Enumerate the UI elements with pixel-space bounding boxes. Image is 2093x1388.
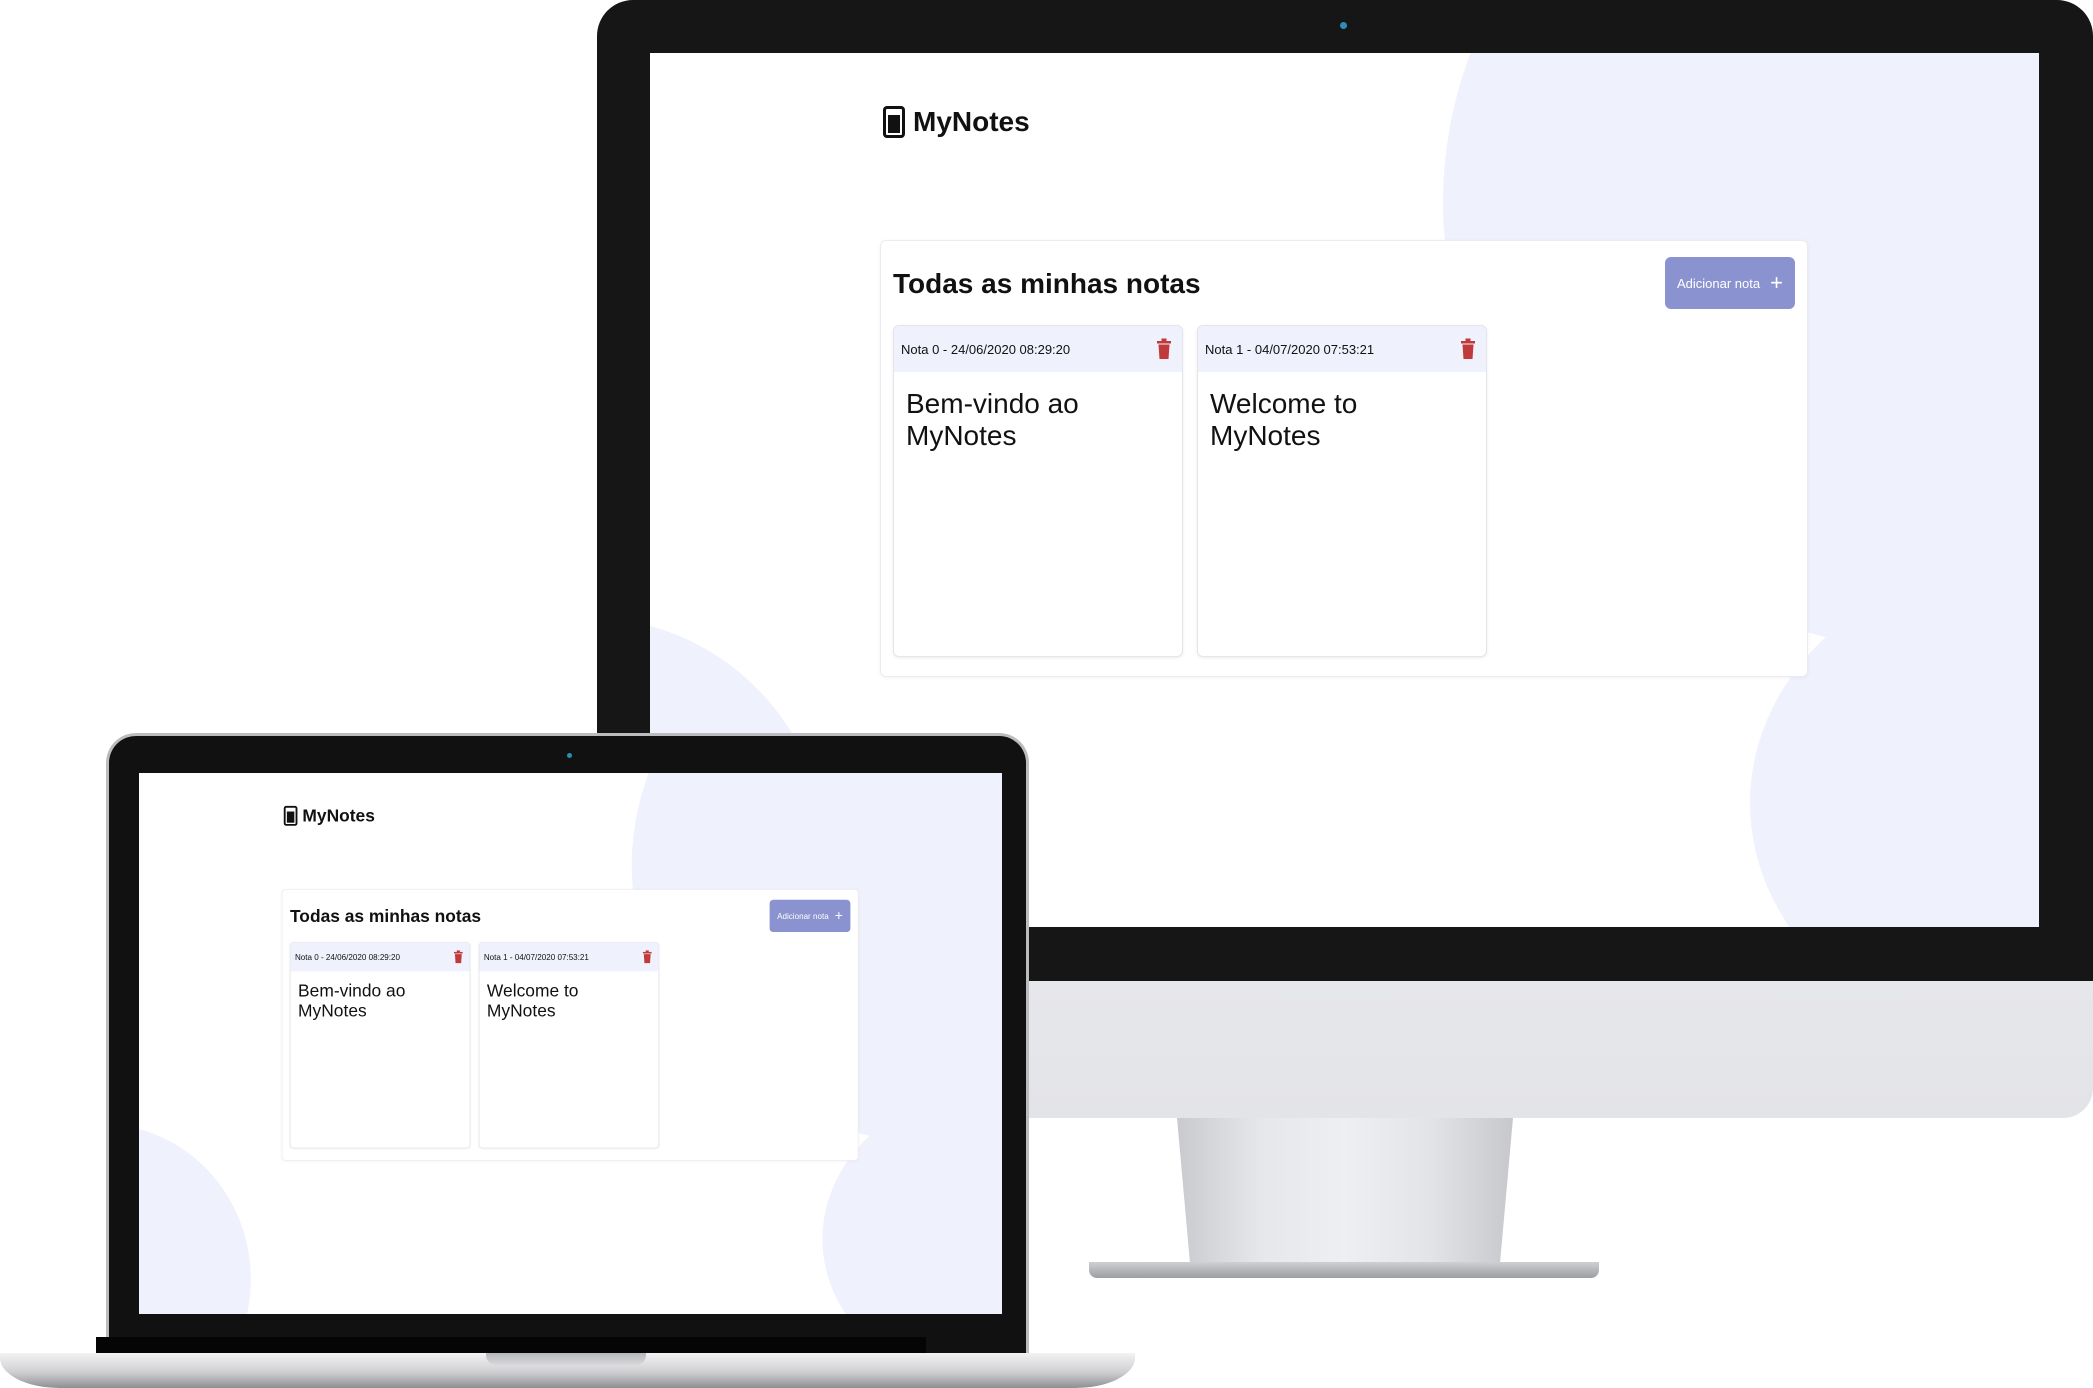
app-title: MyNotes (913, 106, 1030, 137)
note-date: Nota 1 - 04/07/2020 07:53:21 (1205, 341, 1375, 357)
add-note-label: Adicionar nota (777, 911, 829, 921)
panel-title: Todas as minhas notas (289, 906, 482, 926)
note-header: Nota 1 - 04/07/2020 07:53:21 (1198, 326, 1486, 372)
note-card[interactable]: Nota 0 - 24/06/2020 08:29:20 Bem-vindo a… (893, 325, 1183, 657)
add-note-button[interactable]: Adicionar nota + (769, 899, 851, 933)
note-card[interactable]: Nota 1 - 04/07/2020 07:53:21 Welcome to … (1197, 325, 1487, 657)
note-card[interactable]: Nota 1 - 04/07/2020 07:53:21 Welcome to … (478, 941, 660, 1149)
note-content[interactable]: Bem-vindo ao MyNotes (291, 971, 470, 1031)
monitor-camera (1340, 22, 1347, 29)
note-date: Nota 1 - 04/07/2020 07:53:21 (483, 952, 589, 962)
panel-title: Todas as minhas notas (893, 268, 1201, 299)
add-note-button[interactable]: Adicionar nota + (1665, 257, 1795, 309)
add-note-label: Adicionar nota (1677, 275, 1761, 291)
app-title: MyNotes (302, 805, 375, 826)
trash-icon[interactable] (1460, 338, 1476, 360)
notes-list: Nota 0 - 24/06/2020 08:29:20 Bem-vindo a… (893, 325, 1487, 657)
note-content[interactable]: Welcome to MyNotes (479, 971, 658, 1031)
monitor-stand (1177, 1118, 1513, 1268)
background-shape (139, 1124, 251, 1314)
monitor-base (1089, 1262, 1599, 1278)
note-card[interactable]: Nota 0 - 24/06/2020 08:29:20 Bem-vindo a… (289, 941, 471, 1149)
notes-list: Nota 0 - 24/06/2020 08:29:20 Bem-vindo a… (289, 941, 660, 1149)
note-content[interactable]: Welcome to MyNotes (1198, 372, 1486, 468)
app-laptop: MyNotes Todas as minhas notas Adicionar … (139, 773, 1002, 1314)
note-date: Nota 0 - 24/06/2020 08:29:20 (294, 952, 401, 962)
note-header: Nota 0 - 24/06/2020 08:29:20 (290, 942, 470, 972)
plus-icon: + (834, 907, 843, 924)
plus-icon: + (1770, 270, 1783, 295)
trash-icon[interactable] (1156, 338, 1172, 360)
notebook-icon (283, 805, 298, 826)
notebook-icon (883, 106, 905, 138)
note-content[interactable]: Bem-vindo ao MyNotes (894, 372, 1182, 468)
note-header: Nota 1 - 04/07/2020 07:53:21 (479, 942, 659, 972)
trash-icon[interactable] (642, 950, 652, 964)
notes-panel: Todas as minhas notas Adicionar nota + N… (880, 240, 1808, 677)
app-logo[interactable]: MyNotes (283, 805, 375, 826)
laptop-lid: MyNotes Todas as minhas notas Adicionar … (106, 733, 1029, 1355)
notes-panel: Todas as minhas notas Adicionar nota + N… (281, 889, 859, 1161)
laptop: MyNotes Todas as minhas notas Adicionar … (0, 733, 1135, 1388)
note-date: Nota 0 - 24/06/2020 08:29:20 (901, 341, 1071, 357)
laptop-camera (567, 753, 572, 758)
note-header: Nota 0 - 24/06/2020 08:29:20 (894, 326, 1182, 372)
laptop-screen: MyNotes Todas as minhas notas Adicionar … (139, 773, 1002, 1314)
app-logo[interactable]: MyNotes (883, 106, 1030, 138)
trash-icon[interactable] (453, 950, 463, 964)
laptop-notch (486, 1353, 646, 1365)
